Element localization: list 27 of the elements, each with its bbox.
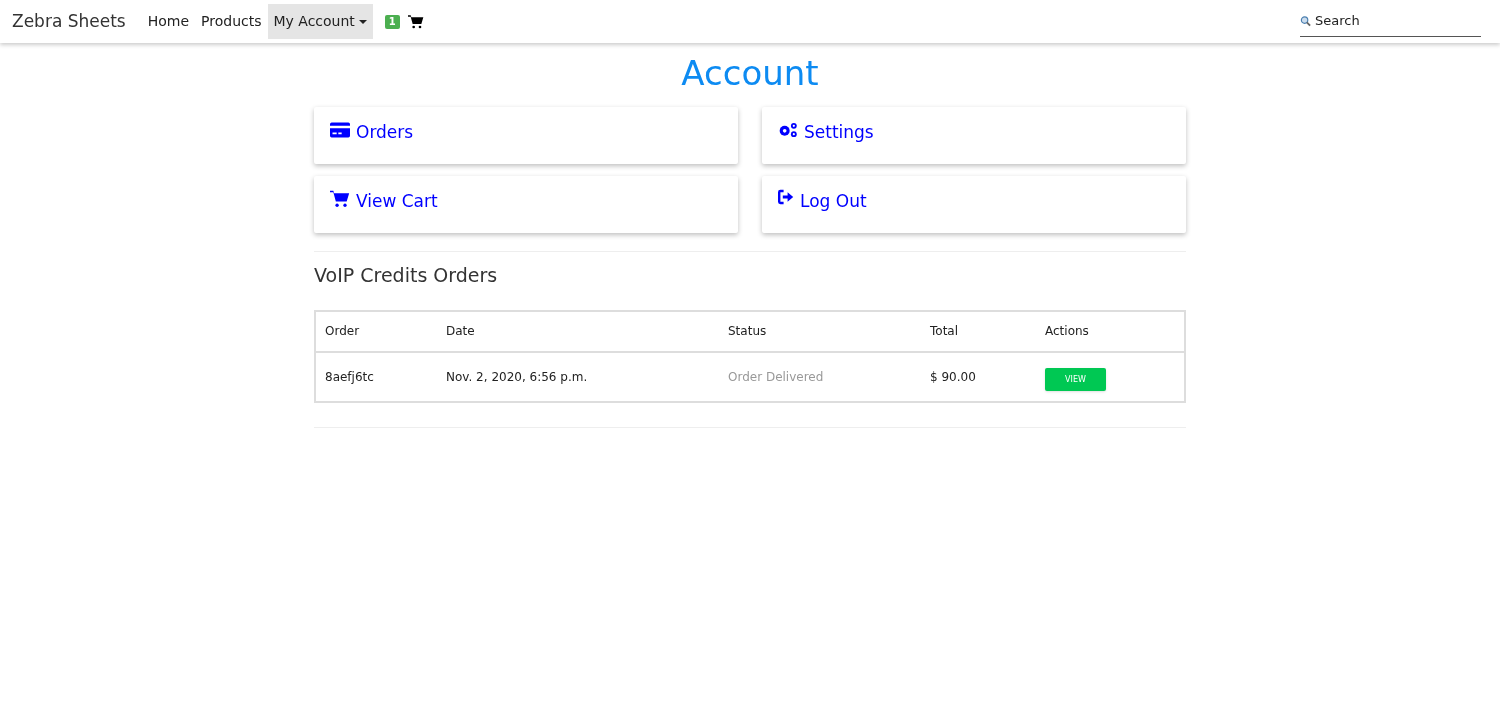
column-header: Total (930, 323, 960, 340)
cart-link[interactable] (407, 13, 424, 30)
page-title: Account (680, 52, 820, 95)
column-header: Order (325, 323, 361, 340)
account-card[interactable]: Log Out (762, 176, 1186, 233)
cart-icon (407, 13, 424, 30)
table-cell-text: $ 90.00 (930, 368, 977, 386)
section-title: VoIP Credits Orders (314, 263, 499, 288)
column-header: Date (446, 323, 476, 340)
nav-link[interactable]: Home (141, 4, 196, 39)
table-cell-text: 8aefj6tc (325, 368, 375, 386)
column-header: Status (728, 323, 768, 340)
cart-icon (330, 189, 350, 209)
credit-card-icon (330, 120, 350, 140)
account-card[interactable]: Settings (762, 107, 1186, 164)
search-field[interactable]: Search (1315, 11, 1481, 31)
account-card[interactable]: View Cart (314, 176, 738, 233)
nav-link[interactable]: Products (195, 4, 268, 39)
sign-out-icon (778, 189, 794, 205)
brand-link[interactable]: Zebra Sheets (12, 8, 126, 35)
cart-count-badge: 1 (384, 14, 400, 29)
search-icon (1300, 15, 1311, 27)
nav-link[interactable]: My Account (267, 4, 373, 39)
account-card[interactable]: Orders (314, 107, 738, 164)
column-header: Actions (1045, 323, 1089, 340)
table-cell-text: Order Delivered (728, 368, 825, 386)
table-cell-text: Nov. 2, 2020, 6:56 p.m. (446, 368, 589, 386)
